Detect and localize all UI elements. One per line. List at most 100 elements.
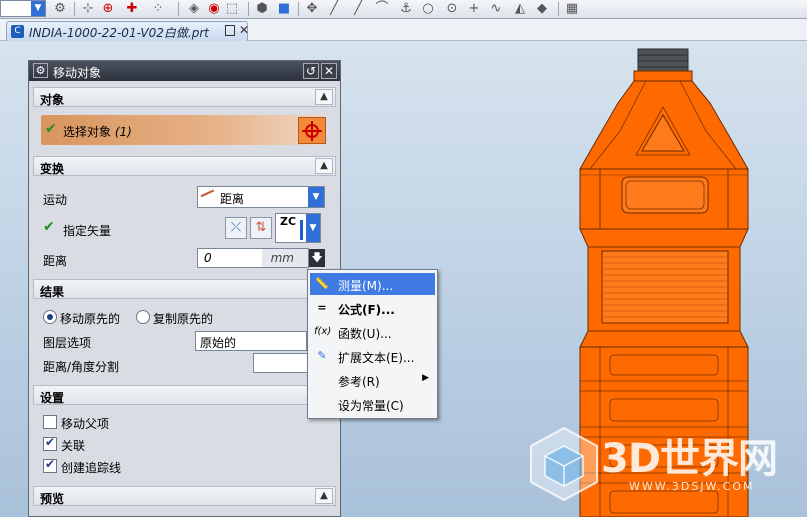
section-settings[interactable]: 设置 <box>33 385 336 405</box>
crosshair-select-button[interactable] <box>298 117 326 144</box>
shaded-view-icon[interactable]: ⬢ <box>254 1 270 17</box>
move-original-radio[interactable] <box>43 310 57 324</box>
chevron-up-icon[interactable]: ▲ <box>315 158 333 174</box>
circle-icon[interactable]: ○ <box>420 1 436 17</box>
cross-snap-icon[interactable]: ✚ <box>124 1 140 17</box>
move-icon[interactable]: ✥ <box>304 1 320 17</box>
anchor-icon[interactable]: ⚓ <box>398 1 414 17</box>
file-tab[interactable]: C INDIA-1000-22-01-V02白做.prt ✕ <box>6 21 249 41</box>
menu-item-function[interactable]: f(x) 函数(U)... <box>310 321 435 343</box>
copy-original-label: 复制原先的 <box>153 312 214 326</box>
chevron-up-icon[interactable]: ▲ <box>315 488 333 504</box>
section-object[interactable]: 对象 ▲ <box>33 87 336 107</box>
chevron-down-icon[interactable]: ▼ <box>308 187 324 207</box>
menu-item-label: 参考(R) <box>338 375 380 389</box>
filter-icon[interactable]: ⚙ <box>52 1 68 17</box>
point-snap-icon[interactable]: ⊕ <box>100 1 116 17</box>
curve-icon[interactable]: ∿ <box>488 1 504 17</box>
toolbar-divider <box>248 2 249 16</box>
select-object-row[interactable]: ✔ 选择对象 (1) <box>41 115 326 145</box>
specify-vector-label: 指定矢量 <box>63 224 112 238</box>
vector-reverse-button[interactable]: ⤫ <box>225 217 247 239</box>
check-icon: ✔ <box>43 219 55 235</box>
expression-menu-button[interactable]: 🡇 <box>309 249 325 267</box>
close-icon[interactable]: ✕ <box>321 63 337 79</box>
toolbar-divider <box>74 2 75 16</box>
copy-original-radio[interactable] <box>136 310 150 324</box>
edit-text-icon: ✎ <box>317 349 327 362</box>
point-icon[interactable]: ⊙ <box>444 1 460 17</box>
file-tab-strip: C INDIA-1000-22-01-V02白做.prt ✕ <box>0 19 807 41</box>
distance-icon <box>200 189 218 205</box>
motion-value: 距离 <box>220 192 245 206</box>
menu-item-set-constant[interactable]: 设为常量(C) <box>310 393 435 415</box>
snap-icon[interactable]: ⊹ <box>80 1 96 17</box>
select-point-icon[interactable]: ◉ <box>206 1 222 17</box>
watermark-url: WWW.3DSJW.COM <box>629 480 755 493</box>
line-icon[interactable]: ╱ <box>350 1 366 17</box>
motion-label: 运动 <box>43 193 68 207</box>
section-result-label: 结果 <box>40 285 65 299</box>
main-toolbar: ▼ ⚙ ⊹ ⊕ ✚ ⁘ ◈ ◉ ⬚ ⬢ ■ ✥ ╱ ╱ ⌒ ⚓ ○ ⊙ + ∿ … <box>0 0 807 19</box>
chevron-up-icon[interactable]: ▲ <box>315 89 333 105</box>
select-feature-icon[interactable]: ◈ <box>186 1 202 17</box>
plus-icon[interactable]: + <box>466 1 482 17</box>
expression-context-menu: 📏 测量(M)... = 公式(F)... f(x) 函数(U)... ✎ 扩展… <box>307 269 438 419</box>
section-result[interactable]: 结果 <box>33 279 336 299</box>
vector-axis-select[interactable]: ZC ▼ <box>275 213 321 243</box>
equals-icon: = <box>317 301 327 314</box>
gear-icon[interactable]: ⚙ <box>33 63 48 78</box>
crosshair-icon <box>302 121 322 141</box>
dialog-title-bar[interactable]: ⚙ 移动对象 ↺ ✕ <box>29 61 340 81</box>
move-object-dialog: ⚙ 移动对象 ↺ ✕ 对象 ▲ ✔ 选择对象 (1) 变换 ▲ 运动 距离 ▼ … <box>28 60 341 517</box>
select-object-label: 选择对象 (1) <box>63 125 132 139</box>
create-trace-label: 创建追踪线 <box>61 461 122 475</box>
chevron-down-icon[interactable]: ▼ <box>31 1 45 16</box>
distance-angle-split-label: 距离/角度分割 <box>43 360 120 374</box>
chevron-down-icon[interactable]: ▼ <box>306 214 320 242</box>
section-settings-label: 设置 <box>40 391 65 405</box>
toolbar-divider <box>178 2 179 16</box>
section-object-label: 对象 <box>40 93 65 107</box>
menu-item-measure[interactable]: 📏 测量(M)... <box>310 273 435 295</box>
menu-item-reference[interactable]: 参考(R) ▶ <box>310 369 435 391</box>
cube-view-icon[interactable]: ■ <box>276 1 292 17</box>
section-transform[interactable]: 变换 ▲ <box>33 156 336 176</box>
measure-icon: 📏 <box>315 277 329 290</box>
distance-angle-split-input[interactable] <box>253 353 309 373</box>
create-trace-checkbox[interactable] <box>43 457 57 473</box>
menu-item-formula[interactable]: = 公式(F)... <box>310 297 435 319</box>
distance-input[interactable]: 0 mm <box>197 248 309 268</box>
close-tab-icon[interactable]: ✕ <box>239 23 249 37</box>
sheet-icon[interactable]: ◆ <box>534 1 550 17</box>
menu-item-label: 设为常量(C) <box>338 399 404 413</box>
arc-icon[interactable]: ⌒ <box>374 1 390 17</box>
file-tab-name: INDIA-1000-22-01-V02白做.prt <box>29 26 209 40</box>
rectangle-select-icon[interactable]: ⬚ <box>224 1 240 17</box>
section-preview[interactable]: 预览 ▲ <box>33 486 336 506</box>
menu-item-label: 公式(F)... <box>338 303 395 317</box>
function-icon: f(x) <box>314 326 332 337</box>
dialog-title: 移动对象 <box>53 66 102 80</box>
move-original-label: 移动原先的 <box>60 312 121 326</box>
move-parent-checkbox[interactable] <box>43 415 57 429</box>
motion-select[interactable]: 距离 ▼ <box>197 186 325 208</box>
layer-option-select[interactable]: 原始的 <box>195 331 307 351</box>
associative-checkbox[interactable] <box>43 435 57 451</box>
watermark: 3D世界网 WWW.3DSJW.COM <box>525 422 795 502</box>
section-transform-label: 变换 <box>40 162 65 176</box>
vector-constructor-icon: ⇅ <box>255 220 267 235</box>
vector-axis-value: ZC <box>280 215 297 228</box>
table-icon[interactable]: ▦ <box>564 1 580 17</box>
menu-item-extended-text[interactable]: ✎ 扩展文本(E)... <box>310 345 435 367</box>
surface-icon[interactable]: ◭ <box>512 1 528 17</box>
toolbar-divider <box>558 2 559 16</box>
vector-dialog-button[interactable]: ⇅ <box>250 217 272 239</box>
line-icon[interactable]: ╱ <box>326 1 342 17</box>
grid-snap-icon[interactable]: ⁘ <box>150 1 166 17</box>
reset-icon[interactable]: ↺ <box>303 63 319 79</box>
selection-filter-dropdown[interactable]: ▼ <box>0 0 46 17</box>
layer-option-value: 原始的 <box>200 336 237 350</box>
dock-icon[interactable] <box>225 25 235 36</box>
associative-label: 关联 <box>61 439 86 453</box>
